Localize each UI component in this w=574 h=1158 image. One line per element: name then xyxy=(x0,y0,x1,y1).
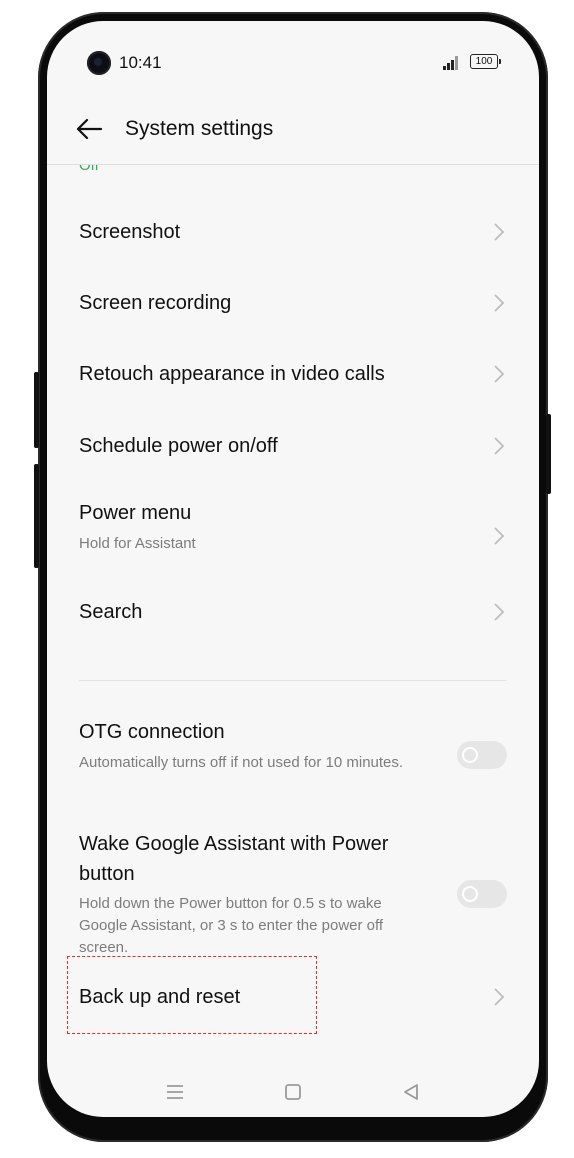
section-divider xyxy=(79,680,507,681)
volume-button-lower xyxy=(34,464,39,568)
chevron-right-icon xyxy=(494,603,505,621)
highlight-box xyxy=(67,956,317,1034)
toggle-knob xyxy=(462,886,478,902)
partial-status-text: Off xyxy=(79,165,99,174)
item-title: Wake Google Assistant with Power button xyxy=(79,833,389,885)
front-camera xyxy=(87,51,111,75)
wake-assistant-toggle[interactable] xyxy=(457,880,507,908)
back-triangle-icon[interactable] xyxy=(400,1081,422,1103)
chevron-right-icon xyxy=(494,988,505,1006)
list-item-screen-recording[interactable]: Screen recording xyxy=(47,268,539,338)
toggle-knob xyxy=(462,747,478,763)
settings-list: Off Screenshot Screen recording Retouch … xyxy=(47,165,539,1065)
list-item-wake-google-assistant[interactable]: Wake Google Assistant with Power button … xyxy=(47,815,539,956)
item-subtitle: Automatically turns off if not used for … xyxy=(79,754,404,771)
item-title: OTG connection xyxy=(79,721,225,743)
item-title: Screen recording xyxy=(79,292,232,314)
list-item-search[interactable]: Search xyxy=(47,580,539,650)
list-item-schedule-power[interactable]: Schedule power on/off xyxy=(47,410,539,480)
status-time: 10:41 xyxy=(119,53,162,72)
item-title: Schedule power on/off xyxy=(79,435,278,457)
battery-icon: 100 xyxy=(470,54,501,69)
list-item-otg-connection[interactable]: OTG connection Automatically turns off i… xyxy=(47,705,539,800)
chevron-right-icon xyxy=(494,223,505,241)
item-subtitle: Hold for Assistant xyxy=(79,535,196,552)
list-item-power-menu[interactable]: Power menu Hold for Assistant xyxy=(47,485,539,577)
back-arrow-icon[interactable] xyxy=(75,117,103,141)
list-item-screenshot[interactable]: Screenshot xyxy=(47,197,539,267)
item-subtitle: Hold down the Power button for 0.5 s to … xyxy=(79,895,384,956)
signal-icon xyxy=(443,56,461,70)
item-title: Retouch appearance in video calls xyxy=(79,363,385,385)
chevron-right-icon xyxy=(494,437,505,455)
item-title: Search xyxy=(79,601,143,623)
chevron-right-icon xyxy=(494,294,505,312)
power-button xyxy=(546,414,551,494)
home-square-icon[interactable] xyxy=(282,1081,304,1103)
item-title: Screenshot xyxy=(79,221,181,243)
navigation-bar xyxy=(47,1081,539,1117)
otg-toggle[interactable] xyxy=(457,741,507,769)
screen: 10:41 100 System settings Off Screenshot… xyxy=(47,21,539,1117)
list-item-retouch-appearance[interactable]: Retouch appearance in video calls xyxy=(47,339,539,409)
status-bar: 10:41 100 xyxy=(47,21,539,85)
chevron-right-icon xyxy=(494,365,505,383)
menu-icon[interactable] xyxy=(164,1081,186,1103)
item-title: Power menu xyxy=(79,502,192,524)
chevron-right-icon xyxy=(494,527,505,545)
volume-button xyxy=(34,372,39,448)
app-bar: System settings xyxy=(47,99,539,165)
page-title: System settings xyxy=(125,117,274,140)
